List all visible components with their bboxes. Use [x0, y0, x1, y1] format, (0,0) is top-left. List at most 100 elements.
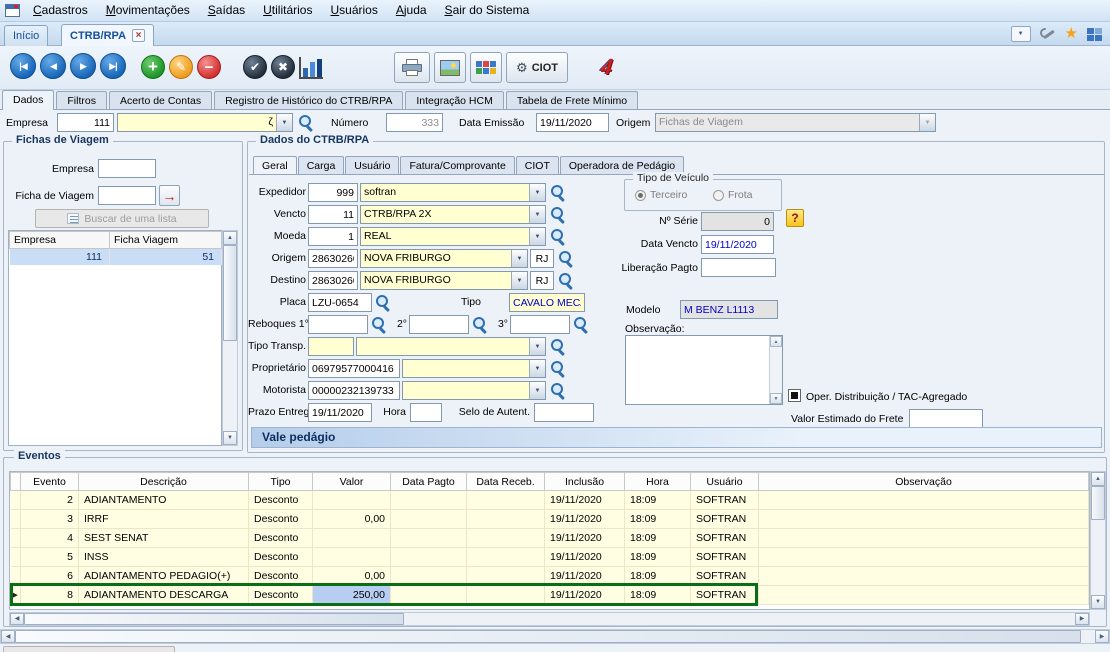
tab-integracao-hcm[interactable]: Integração HCM [405, 91, 503, 109]
origem-modo-select[interactable]: Fichas de Viagem ▼ [655, 113, 936, 132]
cell-descricao[interactable]: INSS [79, 548, 249, 567]
cell-valor[interactable]: 250,00 [313, 586, 391, 605]
expedidor-code-input[interactable] [308, 183, 358, 202]
reboque2-input[interactable] [409, 315, 469, 334]
cell-hora[interactable]: 18:09 [625, 510, 691, 529]
moeda-combo[interactable]: REAL ▼ [360, 227, 546, 246]
tab-ctrb-rpa[interactable]: CTRB/RPA × [61, 24, 154, 46]
scroll-up-icon[interactable]: ▲ [223, 231, 237, 245]
scroll-down-icon[interactable]: ▼ [1091, 595, 1105, 609]
buscar-lista-button[interactable]: Buscar de uma lista [35, 209, 209, 228]
cell-evento[interactable]: 6 [21, 567, 79, 586]
search-reboque1-icon[interactable] [371, 316, 388, 333]
cell-inclusao[interactable]: 19/11/2020 [545, 586, 625, 605]
numero-input[interactable] [386, 113, 443, 132]
chevron-down-icon[interactable]: ▼ [529, 206, 545, 223]
num-serie-input[interactable] [701, 212, 774, 231]
tab-registro-historico[interactable]: Registro de Histórico do CTRB/RPA [214, 91, 403, 109]
confirm-button[interactable]: ✔ [243, 55, 267, 79]
eventos-row[interactable]: 3IRRFDesconto0,0019/11/202018:09SOFTRAN [11, 510, 1089, 529]
search-expedidor-icon[interactable] [550, 184, 567, 201]
cell-observacao[interactable] [759, 491, 1089, 510]
scroll-down-icon[interactable]: ▼ [770, 393, 782, 404]
fichas-cell-empresa[interactable]: 111 [10, 249, 110, 265]
fichas-vertical-scrollbar[interactable]: ▲ ▼ [222, 230, 238, 446]
scroll-up-icon[interactable]: ▲ [770, 336, 782, 347]
delete-record-button[interactable]: − [197, 55, 221, 79]
eventos-grid[interactable]: Evento Descrição Tipo Valor Data Pagto D… [9, 471, 1090, 610]
oper-distribuicao-checkbox[interactable] [788, 389, 801, 402]
cell-descricao[interactable]: ADIANTAMENTO PEDAGIO(+) [79, 567, 249, 586]
origem-uf-input[interactable] [530, 249, 554, 268]
cell-tipo[interactable]: Desconto [249, 510, 313, 529]
print-button[interactable] [394, 52, 430, 83]
proprietario-code-input[interactable] [308, 359, 400, 378]
motorista-combo[interactable]: ▼ [402, 381, 546, 400]
scroll-up-icon[interactable]: ▲ [1091, 472, 1105, 486]
cell-evento[interactable]: 8 [21, 586, 79, 605]
eventos-row[interactable]: 2ADIANTAMENTODesconto19/11/202018:09SOFT… [11, 491, 1089, 510]
tab-dados[interactable]: Dados [2, 90, 54, 110]
eventos-row[interactable]: 5INSSDesconto19/11/202018:09SOFTRAN [11, 548, 1089, 567]
vale-pedagio-header[interactable]: Vale pedágio [251, 427, 1102, 448]
cell-descricao[interactable]: ADIANTAMENTO DESCARGA [79, 586, 249, 605]
observacao-textarea[interactable]: ▲ ▼ [625, 335, 783, 405]
page-horizontal-scrollbar[interactable]: ◀ ▶ [0, 629, 1110, 644]
tab-carga[interactable]: Carga [298, 156, 345, 174]
cell-hora[interactable]: 18:09 [625, 529, 691, 548]
cell-descricao[interactable]: ADIANTAMENTO [79, 491, 249, 510]
chevron-down-icon[interactable]: ▼ [529, 184, 545, 201]
ciot-button[interactable]: ⚙ CIOT [506, 52, 568, 83]
last-record-button[interactable]: ▶| [100, 53, 126, 79]
scroll-thumb[interactable] [223, 245, 237, 341]
menu-saidas[interactable]: Saídas [199, 0, 254, 21]
search-moeda-icon[interactable] [550, 228, 567, 245]
cell-evento[interactable]: 3 [21, 510, 79, 529]
empresa-code-input[interactable] [57, 113, 114, 132]
moeda-code-input[interactable] [308, 227, 358, 246]
favorite-star-icon[interactable]: ★ [1065, 26, 1078, 42]
menu-usuarios[interactable]: Usuários [321, 0, 386, 21]
search-vencto-icon[interactable] [550, 206, 567, 223]
eventos-horizontal-scrollbar[interactable]: ◀ ▶ [9, 612, 1090, 626]
cell-observacao[interactable] [759, 529, 1089, 548]
cell-usuario[interactable]: SOFTRAN [691, 529, 759, 548]
cell-descricao[interactable]: IRRF [79, 510, 249, 529]
grid-icon[interactable] [1087, 28, 1102, 41]
cell-data-receb[interactable] [467, 567, 545, 586]
cell-hora[interactable]: 18:09 [625, 567, 691, 586]
cell-inclusao[interactable]: 19/11/2020 [545, 548, 625, 567]
search-reboque2-icon[interactable] [472, 316, 489, 333]
reboque1-input[interactable] [308, 315, 368, 334]
eventos-row[interactable]: 6ADIANTAMENTO PEDAGIO(+)Desconto0,0019/1… [11, 567, 1089, 586]
tab-acerto-de-contas[interactable]: Acerto de Contas [109, 91, 212, 109]
cell-inclusao[interactable]: 19/11/2020 [545, 491, 625, 510]
cell-valor[interactable] [313, 548, 391, 567]
cell-evento[interactable]: 2 [21, 491, 79, 510]
empresa-combo[interactable]: ζ ▼ [117, 113, 293, 132]
help-button[interactable]: ? [786, 209, 804, 227]
tab-list-dropdown-icon[interactable]: ▼ [1011, 26, 1031, 42]
cell-tipo[interactable]: Desconto [249, 586, 313, 605]
tab-filtros[interactable]: Filtros [56, 91, 107, 109]
cell-data-receb[interactable] [467, 491, 545, 510]
cell-data-pagto[interactable] [391, 491, 467, 510]
cell-tipo[interactable]: Desconto [249, 567, 313, 586]
chevron-down-icon[interactable]: ▼ [529, 338, 545, 355]
selo-input[interactable] [534, 403, 594, 422]
observacao-scrollbar[interactable]: ▲ ▼ [769, 336, 782, 404]
cell-valor[interactable]: 0,00 [313, 567, 391, 586]
hora-input[interactable] [410, 403, 442, 422]
radio-terceiro[interactable]: Terceiro [635, 189, 687, 201]
cell-observacao[interactable] [759, 510, 1089, 529]
search-origem-icon[interactable] [558, 250, 575, 267]
search-empresa-icon[interactable] [298, 114, 315, 131]
tipo-veiculo-input[interactable] [509, 293, 585, 312]
tab-ciot[interactable]: CIOT [516, 156, 559, 174]
search-reboque3-icon[interactable] [573, 316, 590, 333]
destino-uf-input[interactable] [530, 271, 554, 290]
menu-sair[interactable]: Sair do Sistema [436, 0, 539, 21]
cell-descricao[interactable]: SEST SENAT [79, 529, 249, 548]
destino-code-input[interactable] [308, 271, 358, 290]
cell-usuario[interactable]: SOFTRAN [691, 548, 759, 567]
